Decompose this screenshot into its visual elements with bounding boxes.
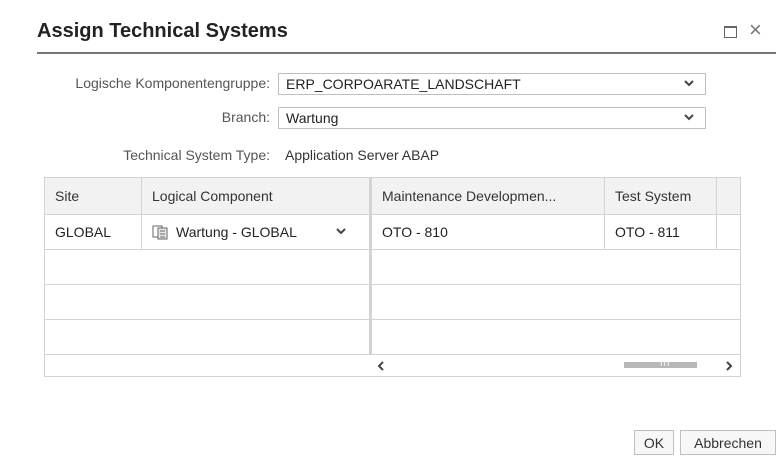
column-header-site[interactable]: Site [45,178,142,214]
fixed-column-divider [369,178,372,354]
chevron-down-icon [684,114,694,121]
technical-systems-table: Site Logical Component Maintenance Devel… [44,177,741,377]
logical-component-label: Wartung - GLOBAL [176,224,297,240]
cell-site: GLOBAL [45,215,142,249]
cancel-button[interactable]: Abbrechen [680,430,776,455]
column-header-maintenance-development[interactable]: Maintenance Developmen... [372,178,605,214]
horizontal-scrollbar[interactable]: III [45,356,740,376]
scrollbar-thumb[interactable]: III [624,358,697,368]
table-row[interactable]: GLOBAL Wartung - GLOBAL OTO - 810 OTO - … [45,215,740,250]
component-group-label: Logische Komponentengruppe: [75,75,270,91]
branch-row: Branch: Wartung [0,107,776,129]
scrollbar-grip: III [660,358,671,368]
cell-maintenance-development: OTO - 810 [372,215,605,249]
assign-technical-systems-dialog: Assign Technical Systems × Logische Komp… [0,0,776,473]
ok-button[interactable]: OK [634,430,674,455]
system-type-row: Technical System Type: Application Serve… [0,145,776,167]
system-type-label: Technical System Type: [123,147,270,163]
close-icon: × [749,17,762,42]
column-header-logical-component[interactable]: Logical Component [142,178,369,214]
component-group-value: ERP_CORPOARATE_LANDSCHAFT [286,76,521,92]
branch-value: Wartung [286,110,339,126]
table-row-empty[interactable] [45,285,740,320]
logical-component-icon [152,225,168,240]
table-row-empty[interactable] [45,320,740,355]
table-header: Site Logical Component Maintenance Devel… [45,178,740,215]
maximize-icon [724,26,737,38]
table-row-empty[interactable] [45,250,740,285]
chevron-down-icon[interactable] [335,225,347,237]
close-button[interactable]: × [749,19,769,41]
cell-logical-component[interactable]: Wartung - GLOBAL [142,215,369,249]
system-type-value: Application Server ABAP [285,147,440,163]
cell-test-system: OTO - 811 [605,215,717,249]
dialog-title: Assign Technical Systems [37,20,288,42]
component-group-dropdown[interactable]: ERP_CORPOARATE_LANDSCHAFT [278,73,706,95]
chevron-right-icon[interactable] [722,359,736,373]
maximize-button[interactable] [723,24,739,40]
branch-dropdown[interactable]: Wartung [278,107,706,129]
chevron-left-icon[interactable] [374,359,388,373]
component-group-row: Logische Komponentengruppe: ERP_CORPOARA… [0,73,776,95]
chevron-down-icon [684,80,694,87]
branch-label: Branch: [221,109,270,125]
dialog-header: Assign Technical Systems × [37,14,776,54]
column-header-test-system[interactable]: Test System [605,178,717,214]
